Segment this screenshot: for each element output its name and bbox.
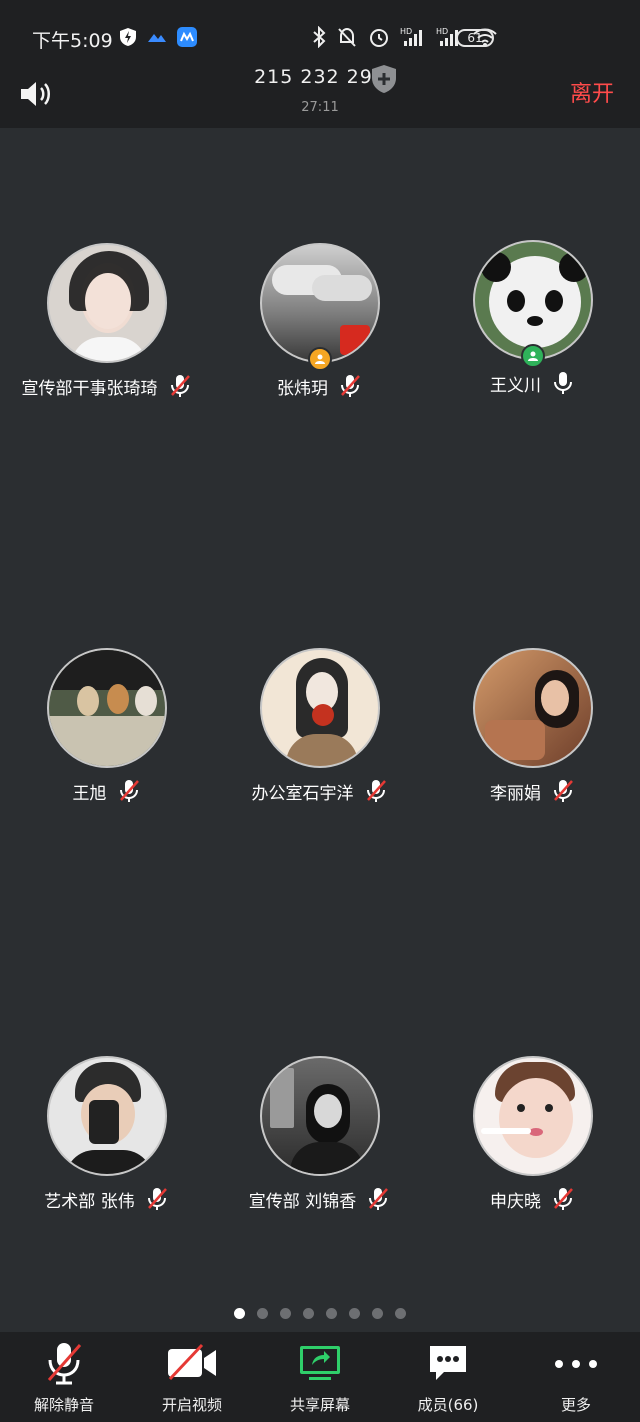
participant-name-row: 办公室石宇洋 [213,778,426,804]
more-label: 更多 [560,1396,591,1414]
avatar [259,243,380,363]
avatar [259,648,380,768]
participant-tile[interactable]: 办公室石宇洋 [213,648,426,804]
participant-name: 艺术部 张伟 [44,1191,135,1212]
avatar [472,1056,593,1176]
mic-muted-icon [168,373,192,399]
participant-name: 宣传部干事张琦琦 [21,378,158,399]
bell-off-icon [336,26,358,52]
unmute-label: 解除静音 [33,1396,94,1414]
leave-button[interactable]: 离开 [570,76,614,108]
participant-name-row: 宣传部 刘锦香 [213,1186,426,1212]
participant-name: 宣传部 刘锦香 [248,1191,357,1212]
signal-hd-icon: HD [400,26,426,52]
participant-name-row: 李丽娟 [426,778,639,804]
participant-name: 李丽娟 [490,783,541,804]
participant-tile[interactable]: 王旭 [0,648,213,804]
participant-tile[interactable]: 申庆晓 [426,1056,639,1212]
avatar [46,1056,167,1176]
participant-name-row: 宣传部干事张琦琦 [0,373,213,399]
status-bar: 下午5:09 HD HD 61 [0,0,640,70]
members-label: 成员(66) [417,1396,479,1414]
avatar [46,648,167,768]
mic-muted-icon [338,373,362,399]
participant-name: 王义川 [490,375,541,396]
host-badge [307,347,332,371]
meeting-timer: 27:11 [301,100,339,115]
svg-text:HD: HD [436,27,448,36]
more-button[interactable]: 更多 [512,1340,640,1415]
participant-name-row: 张炜玥 [213,373,426,399]
participant-name-row: 艺术部 张伟 [0,1186,213,1212]
share-screen-button[interactable]: 共享屏幕 [256,1340,384,1415]
participant-tile[interactable]: 王义川 [426,240,639,396]
meeting-header: 215 232 292 27:11 离开 [0,65,640,128]
start-video-label: 开启视频 [161,1396,222,1414]
bluetooth-icon [312,25,326,52]
avatar [46,243,167,363]
mic-muted-icon [44,1340,84,1390]
more-icon [552,1356,600,1375]
participant-tile[interactable]: 李丽娟 [426,648,639,804]
start-video-button[interactable]: 开启视频 [128,1340,256,1415]
share-screen-label: 共享屏幕 [289,1396,350,1414]
mic-on-icon [551,370,575,396]
meeting-id[interactable]: 215 232 292 [0,66,640,88]
cohost-badge [520,344,545,368]
participant-name-row: 申庆晓 [426,1186,639,1212]
app-meeting-icon [176,26,198,52]
share-screen-icon [297,1343,343,1387]
alarm-icon [368,26,390,52]
page-dot[interactable] [234,1308,245,1319]
unmute-button[interactable]: 解除静音 [0,1340,128,1415]
participant-name: 申庆晓 [490,1191,541,1212]
svg-text:HD: HD [400,27,412,36]
mic-muted-icon [551,778,575,804]
avatar [472,240,593,360]
participant-name: 办公室石宇洋 [251,783,354,804]
page-dot[interactable] [349,1308,360,1319]
mic-muted-icon [364,778,388,804]
status-left-icons [118,26,198,52]
video-off-icon [166,1343,218,1387]
participant-name: 王旭 [72,783,107,804]
page-dot[interactable] [303,1308,314,1319]
security-button[interactable] [370,64,398,94]
participant-name-row: 王义川 [426,370,639,396]
page-dot[interactable] [257,1308,268,1319]
members-button[interactable]: 成员(66) [384,1340,512,1415]
participant-name: 张炜玥 [277,378,328,399]
participant-tile[interactable]: 宣传部干事张琦琦 [0,243,213,399]
app-cloud-icon [146,27,168,51]
shield-plus-icon [370,65,398,98]
battery-indicator: 61 [456,29,494,47]
mic-muted-icon [145,1186,169,1212]
shield-bolt-icon [118,27,138,51]
participant-tile[interactable]: 艺术部 张伟 [0,1056,213,1212]
participant-grid: 宣传部干事张琦琦 张炜玥 王义川 王旭 办公室石宇洋 李丽娟 艺术部 张伟 宣传… [0,128,640,1328]
page-dot[interactable] [372,1308,383,1319]
participant-tile[interactable]: 张炜玥 [213,243,426,399]
participant-name-row: 王旭 [0,778,213,804]
page-indicator [0,1308,640,1319]
status-time: 下午5:09 [32,30,113,52]
bottom-toolbar: 解除静音 开启视频 共享屏幕 成员(66) 更多 [0,1332,640,1422]
avatar [472,648,593,768]
mic-muted-icon [117,778,141,804]
page-dot[interactable] [395,1308,406,1319]
mic-muted-icon [551,1186,575,1212]
page-dot[interactable] [280,1308,291,1319]
chat-bubble-icon [426,1342,470,1388]
mic-muted-icon [366,1186,390,1212]
page-dot[interactable] [326,1308,337,1319]
participant-tile[interactable]: 宣传部 刘锦香 [213,1056,426,1212]
avatar [259,1056,380,1176]
